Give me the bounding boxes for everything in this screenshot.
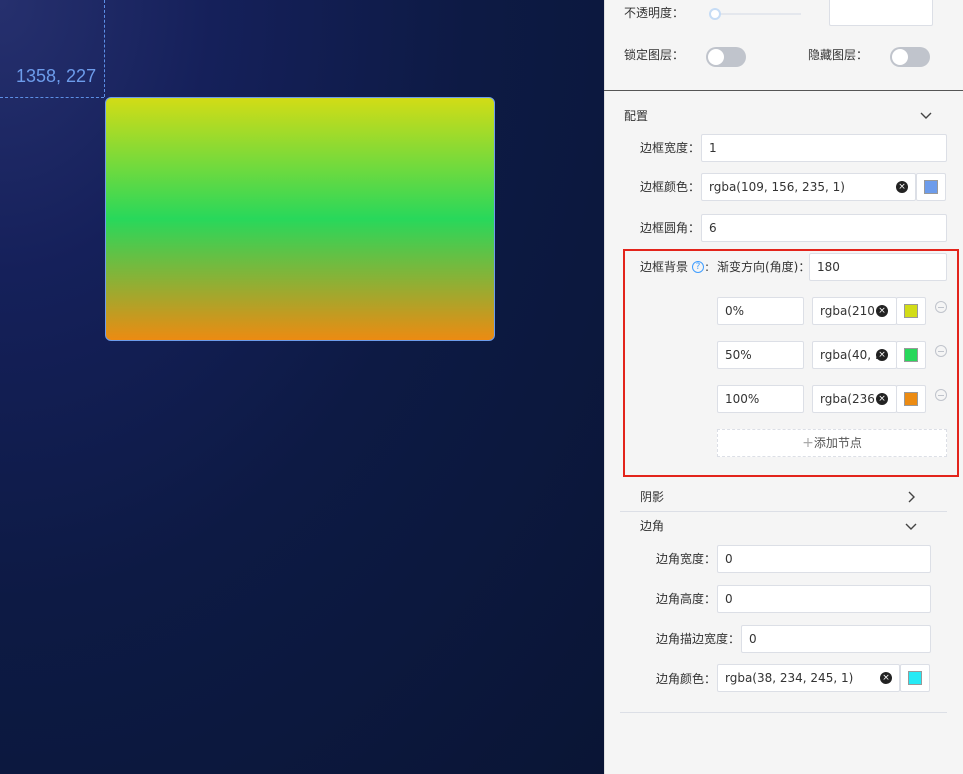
color-swatch	[904, 348, 918, 362]
add-stop-label: 添加节点	[813, 436, 862, 450]
corner-stroke-input[interactable]: 0	[741, 625, 931, 653]
opacity-input[interactable]	[829, 0, 933, 26]
corner-width-input[interactable]: 0	[717, 545, 931, 573]
section-divider	[604, 90, 963, 91]
color-swatch	[904, 392, 918, 406]
lock-layer-toggle[interactable]	[706, 47, 746, 67]
corner-stroke-label: 边角描边宽度：	[656, 632, 741, 646]
border-radius-input[interactable]: 6	[701, 214, 947, 242]
opacity-slider-track[interactable]	[715, 13, 801, 15]
shadow-section-title: 阴影	[640, 490, 665, 504]
vertical-guide-line	[104, 0, 105, 97]
clear-icon[interactable]: ×	[876, 393, 888, 405]
border-color-picker[interactable]	[916, 173, 946, 201]
add-stop-button[interactable]: +添加节点	[717, 429, 947, 457]
border-background-label: 边框背景	[640, 260, 689, 274]
border-color-label: 边框颜色：	[640, 180, 701, 194]
section-divider	[620, 712, 947, 713]
clear-icon[interactable]: ×	[876, 305, 888, 317]
stop-color-picker[interactable]	[896, 341, 926, 369]
coordinate-readout: 1358, 227	[16, 66, 97, 86]
gradient-direction-label: 渐变方向(角度)：	[717, 260, 811, 274]
border-width-label: 边框宽度：	[640, 141, 701, 155]
clear-icon[interactable]: ×	[876, 349, 888, 361]
remove-stop-icon[interactable]	[935, 301, 947, 313]
hide-layer-toggle[interactable]	[890, 47, 930, 67]
corner-height-label: 边角高度：	[656, 592, 717, 606]
stop-offset-input[interactable]: 0%	[717, 297, 804, 325]
corner-width-label: 边角宽度：	[656, 552, 717, 566]
hide-layer-label: 隐藏图层：	[808, 48, 869, 62]
chevron-down-icon[interactable]	[904, 519, 918, 533]
color-swatch	[904, 304, 918, 318]
horizontal-guide-line	[0, 97, 104, 98]
corner-section-title: 边角	[640, 519, 665, 533]
help-icon[interactable]: ?	[692, 261, 704, 273]
corner-color-label: 边角颜色：	[656, 672, 717, 686]
corner-height-input[interactable]: 0	[717, 585, 931, 613]
colon-label: :	[705, 260, 710, 274]
chevron-down-icon[interactable]	[919, 108, 933, 122]
opacity-label: 不透明度：	[624, 6, 685, 20]
gradient-direction-input[interactable]: 180	[809, 253, 947, 281]
corner-color-picker[interactable]	[900, 664, 930, 692]
config-section-title: 配置	[624, 109, 649, 123]
border-color-input[interactable]: rgba(109, 156, 235, 1)	[701, 173, 916, 201]
stop-offset-input[interactable]: 50%	[717, 341, 804, 369]
section-divider	[620, 511, 947, 512]
color-swatch	[924, 180, 938, 194]
lock-layer-label: 锁定图层：	[624, 48, 685, 62]
remove-stop-icon[interactable]	[935, 345, 947, 357]
plus-icon: +	[802, 435, 814, 451]
design-canvas[interactable]: 1358, 227	[0, 0, 604, 774]
chevron-right-icon[interactable]	[904, 490, 918, 504]
border-radius-label: 边框圆角：	[640, 221, 701, 235]
stop-color-picker[interactable]	[896, 385, 926, 413]
stop-offset-input[interactable]: 100%	[717, 385, 804, 413]
border-width-input[interactable]: 1	[701, 134, 947, 162]
stop-color-picker[interactable]	[896, 297, 926, 325]
color-swatch	[908, 671, 922, 685]
remove-stop-icon[interactable]	[935, 389, 947, 401]
corner-color-input[interactable]: rgba(38, 234, 245, 1)	[717, 664, 900, 692]
clear-icon[interactable]: ×	[880, 672, 892, 684]
opacity-slider-handle[interactable]	[709, 8, 721, 20]
gradient-border-component[interactable]	[105, 97, 495, 341]
clear-icon[interactable]: ×	[896, 181, 908, 193]
